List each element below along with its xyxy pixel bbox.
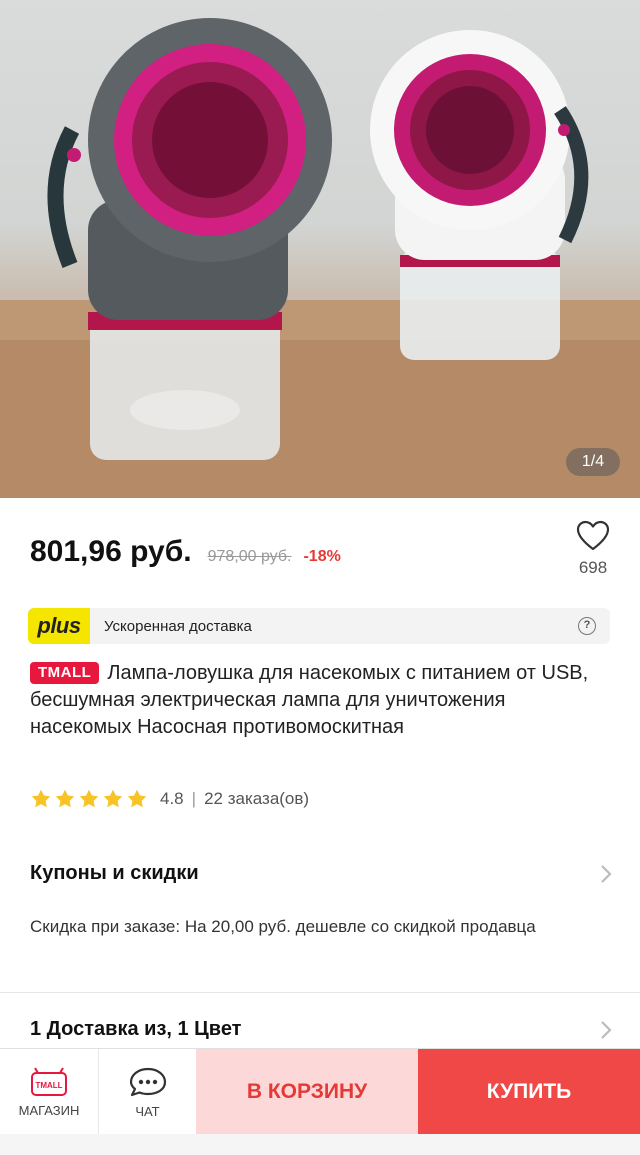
- star-icon: [31, 789, 51, 808]
- rating-value: 4.8: [160, 789, 184, 808]
- product-title: Лампа-ловушка для насекомых с питанием о…: [30, 662, 589, 738]
- rating-row[interactable]: 4.8 | 22 заказа(ов): [30, 786, 309, 812]
- chevron-right-icon[interactable]: [600, 864, 612, 884]
- chat-label: ЧАТ: [135, 1103, 160, 1119]
- divider: [0, 992, 640, 993]
- wishlist-count: 698: [578, 558, 608, 577]
- heart-icon: [576, 520, 610, 551]
- chat-button[interactable]: ЧАТ: [98, 1049, 196, 1135]
- help-icon[interactable]: ?: [578, 617, 596, 635]
- image-page-counter: 1/4: [566, 448, 620, 476]
- store-button[interactable]: TMALL МАГАЗИН: [0, 1049, 98, 1135]
- star-icon: [127, 789, 147, 808]
- tmall-badge: TMALL: [30, 662, 100, 684]
- plus-logo: plus: [28, 608, 90, 644]
- store-label: МАГАЗИН: [18, 1102, 80, 1118]
- rating-stars: [30, 788, 148, 810]
- price-row: 801,96 руб. 978,00 руб. -18%: [30, 535, 590, 579]
- star-icon: [79, 789, 99, 808]
- buy-now-button[interactable]: КУПИТЬ: [418, 1049, 640, 1134]
- current-price: 801,96 руб.: [30, 535, 192, 568]
- chat-icon: [129, 1067, 166, 1096]
- product-image: [0, 0, 640, 498]
- star-icon: [103, 789, 123, 808]
- product-page: 1/4 801,96 руб. 978,00 руб. -18% 698 plu…: [0, 0, 640, 1155]
- product-image-gallery[interactable]: 1/4: [0, 0, 640, 498]
- coupon-description: Скидка при заказе: На 20,00 руб. дешевле…: [30, 917, 536, 936]
- old-price: 978,00 руб.: [207, 548, 292, 565]
- delivery-variants-title[interactable]: 1 Доставка из, 1 Цвет: [30, 1018, 241, 1041]
- discount-badge: -18%: [303, 548, 341, 565]
- plus-delivery-text: Ускоренная доставка: [104, 617, 252, 635]
- chevron-right-icon[interactable]: [600, 1020, 612, 1040]
- star-icon: [55, 789, 75, 808]
- wishlist-button[interactable]: 698: [568, 520, 618, 590]
- plus-delivery-banner[interactable]: plus Ускоренная доставка ?: [28, 608, 610, 644]
- add-to-cart-button[interactable]: В КОРЗИНУ: [196, 1049, 418, 1134]
- tmall-store-icon: TMALL: [31, 1066, 67, 1096]
- coupons-title[interactable]: Купоны и скидки: [30, 862, 199, 885]
- product-title-block: TMALL Лампа-ловушка для насекомых с питан…: [30, 660, 590, 741]
- system-nav-strip: [0, 1134, 640, 1155]
- orders-count: 22 заказа(ов): [204, 789, 310, 808]
- svg-text:TMALL: TMALL: [35, 1081, 62, 1090]
- bottom-action-bar: TMALL МАГАЗИН ЧАТ В КОРЗИНУ КУПИТЬ: [0, 1048, 640, 1135]
- rating-separator: |: [191, 789, 197, 808]
